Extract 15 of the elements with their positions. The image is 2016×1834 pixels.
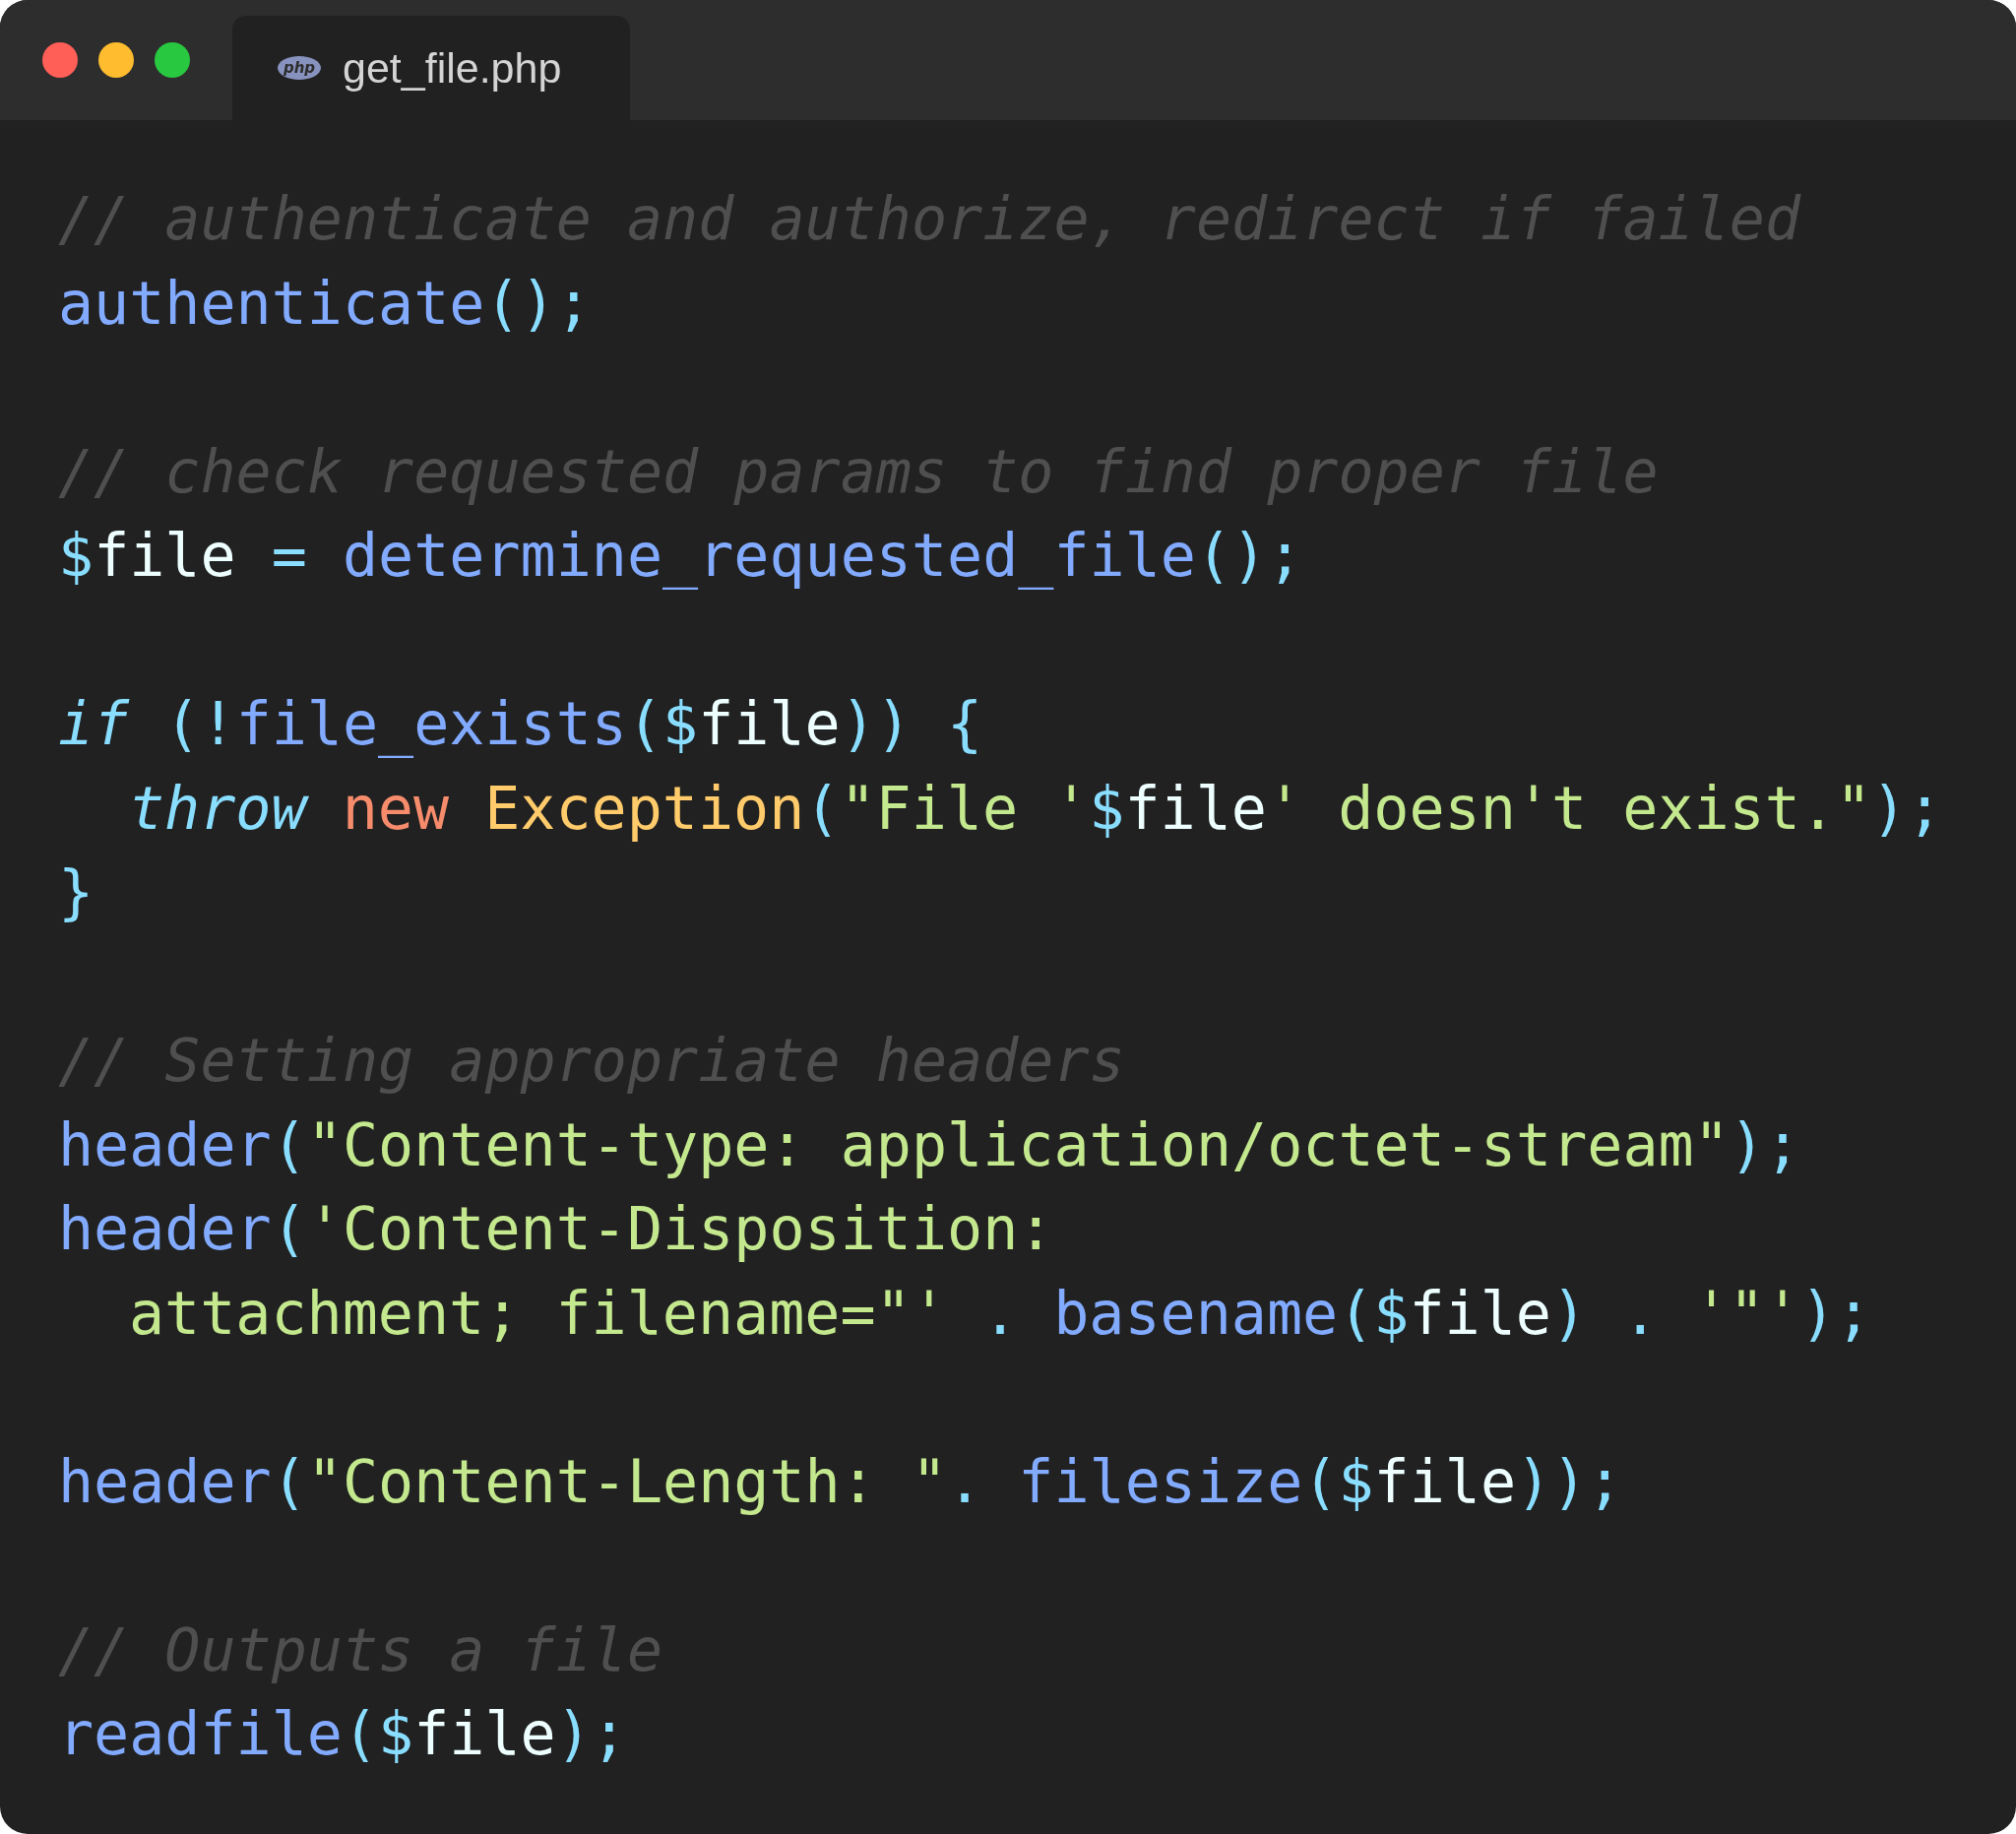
code-line: attachment; filename="' . basename($file) . '"');: [128, 1277, 1872, 1350]
code-line: readfile($file);: [58, 1698, 627, 1770]
code-line: if (!file_exists($file)) {: [58, 688, 983, 760]
file-tab[interactable]: php get_file.php: [232, 16, 630, 120]
close-button[interactable]: [42, 42, 78, 78]
code-line: header('Content-Disposition:: [58, 1193, 1054, 1265]
code-line: $file = determine_requested_file();: [58, 520, 1303, 592]
minimize-button[interactable]: [98, 42, 134, 78]
php-file-icon: php: [278, 56, 321, 80]
code-line: }: [58, 856, 94, 928]
code-line: header("Content-Length: ". filesize($file));: [58, 1445, 1623, 1518]
code-line: authenticate();: [58, 267, 592, 340]
maximize-button[interactable]: [155, 42, 190, 78]
code-line: throw new Exception("File '$file' doesn't exist.");: [128, 772, 1943, 845]
code-line: header("Content-type: application/octet-stream");: [58, 1108, 1801, 1181]
